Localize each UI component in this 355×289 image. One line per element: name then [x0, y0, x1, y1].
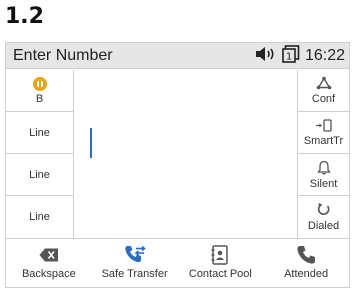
right-function-keys: Conf SmartTr Silent Dialed	[297, 70, 349, 238]
screen-title: Enter Number	[13, 47, 113, 64]
contact-pool-button[interactable]: Contact Pool	[178, 239, 264, 287]
dialed-key[interactable]: Dialed	[298, 196, 349, 238]
softkey-bar: Backspace Safe Transfer Contact Pool Att…	[6, 238, 349, 287]
line-key-label: Line	[29, 211, 50, 223]
attended-label: Attended	[284, 268, 329, 280]
clock-time: 16:22	[304, 47, 345, 64]
line-key-3[interactable]: Line	[6, 154, 73, 196]
conf-key-label: Conf	[311, 93, 336, 105]
text-cursor	[90, 128, 92, 158]
phone-handset-icon	[296, 244, 316, 266]
silent-key-label: Silent	[309, 177, 338, 190]
smart-transfer-key-label: SmartTr	[303, 134, 344, 147]
hold-indicator-icon	[32, 76, 47, 91]
conf-key[interactable]: Conf	[298, 70, 349, 112]
speaker-volume-icon	[255, 46, 277, 66]
silent-key[interactable]: Silent	[298, 154, 349, 196]
contact-pool-label: Contact Pool	[188, 268, 252, 280]
line-key-label: B	[35, 92, 44, 105]
bell-icon	[316, 160, 331, 178]
line-key-4[interactable]: Line	[6, 196, 73, 238]
left-line-keys: B Line Line Line	[6, 70, 74, 238]
safe-transfer-label: Safe Transfer	[101, 268, 168, 280]
line-badge-number: 1	[286, 51, 292, 62]
line-key-2[interactable]: Line	[6, 112, 73, 154]
page-heading: 1.2	[5, 4, 44, 29]
redial-icon	[316, 202, 331, 220]
line-key-label: Line	[29, 126, 50, 139]
safe-transfer-icon	[124, 244, 146, 266]
backspace-button[interactable]: Backspace	[6, 239, 92, 287]
smart-transfer-icon	[315, 118, 333, 135]
smart-transfer-key[interactable]: SmartTr	[298, 112, 349, 154]
line-key-b[interactable]: B	[6, 70, 73, 112]
line-status-icon: 1	[282, 44, 300, 68]
backspace-icon	[39, 244, 59, 266]
line-key-label: Line	[29, 168, 50, 181]
conference-icon	[316, 76, 332, 93]
number-input-area[interactable]	[75, 70, 298, 238]
dialed-key-label: Dialed	[307, 220, 340, 232]
attended-button[interactable]: Attended	[263, 239, 349, 287]
status-icons: 1 16:22	[255, 44, 345, 68]
contact-book-icon	[211, 244, 229, 266]
phone-screen: Enter Number 1 16:22 B Line Line Line Co…	[5, 42, 350, 288]
backspace-label: Backspace	[21, 268, 76, 280]
safe-transfer-button[interactable]: Safe Transfer	[92, 239, 178, 287]
status-bar: Enter Number 1 16:22	[6, 43, 349, 69]
